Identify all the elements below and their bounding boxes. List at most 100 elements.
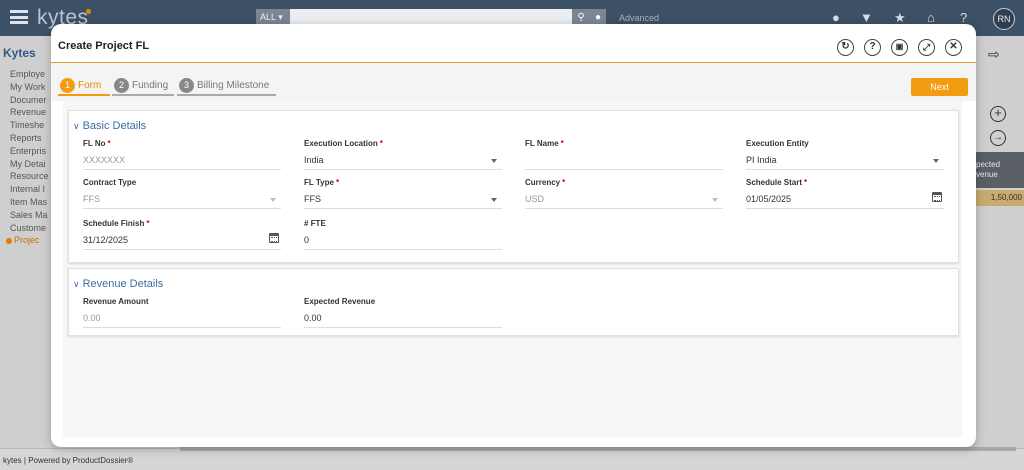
expected-revenue-input[interactable]: 0.00 bbox=[304, 313, 502, 328]
sidebar-item-active[interactable]: Projec bbox=[2, 234, 49, 247]
field-label: Contract Type bbox=[83, 178, 137, 187]
calendar-icon[interactable] bbox=[932, 192, 942, 202]
arrow-right-icon[interactable]: → bbox=[990, 130, 1006, 146]
step-number: 3 bbox=[179, 77, 194, 93]
schedule-start-input[interactable]: 01/05/2025 bbox=[746, 192, 944, 209]
field-label: Expected Revenue bbox=[304, 297, 376, 306]
step-label: Funding bbox=[132, 79, 169, 91]
step-form[interactable]: 1 Form bbox=[60, 75, 101, 95]
avatar[interactable]: RN bbox=[993, 8, 1015, 30]
schedule-finish-input[interactable]: 31/12/2025 bbox=[83, 233, 281, 250]
step-underline bbox=[58, 94, 110, 96]
execution-location-field: Execution Location * India bbox=[304, 139, 502, 170]
sidebar-item[interactable]: My Detai bbox=[2, 158, 49, 171]
required-marker: * bbox=[562, 178, 566, 187]
sidebar-item[interactable]: Revenue bbox=[2, 106, 49, 119]
contract-type-select[interactable]: FFS bbox=[83, 194, 281, 209]
section-title: Basic Details bbox=[82, 120, 147, 132]
plus-icon[interactable]: + bbox=[990, 106, 1006, 122]
footer-text: kytes | Powered by ProductDossier® bbox=[3, 456, 134, 465]
field-label: Schedule Start * bbox=[746, 178, 808, 187]
revenue-amount-input[interactable]: 0.00 bbox=[83, 313, 281, 328]
next-button[interactable]: Next bbox=[911, 78, 968, 96]
fte-input[interactable]: 0 bbox=[304, 235, 502, 250]
step-number: 1 bbox=[60, 77, 75, 93]
sidebar-item[interactable]: Employe bbox=[2, 68, 49, 81]
required-marker: * bbox=[335, 178, 340, 187]
expand-icon[interactable]: ⤢ bbox=[918, 39, 935, 56]
sidebar-item[interactable]: Internal I bbox=[2, 183, 49, 196]
sidebar-item[interactable]: Reports bbox=[2, 132, 49, 145]
sidebar-item[interactable]: Enterpris bbox=[2, 145, 49, 158]
sidebar-item[interactable]: Item Mas bbox=[2, 196, 49, 209]
refresh-icon[interactable]: ↻ bbox=[837, 39, 854, 56]
currency-select[interactable]: USD bbox=[525, 194, 723, 209]
step-label: Billing Milestone bbox=[197, 79, 270, 91]
revenue-amount-field: Revenue Amount 0.00 bbox=[83, 297, 281, 328]
chevron-down-icon bbox=[491, 159, 497, 163]
required-marker: * bbox=[107, 139, 111, 148]
execution-location-select[interactable]: India bbox=[304, 155, 502, 170]
sidebar-item[interactable]: Custome bbox=[2, 222, 49, 235]
help-icon[interactable]: ? bbox=[864, 39, 881, 56]
save-icon[interactable]: ▣ bbox=[891, 39, 908, 56]
execution-entity-select[interactable]: PI India bbox=[746, 155, 944, 170]
fl-type-select[interactable]: FFS bbox=[304, 194, 502, 209]
basic-details-header[interactable]: ∨ Basic Details bbox=[73, 120, 146, 132]
execution-entity-field: Execution Entity PI India bbox=[746, 139, 944, 170]
field-label: Currency * bbox=[525, 178, 566, 187]
chevron-down-icon bbox=[712, 198, 718, 202]
right-panel bbox=[976, 36, 1024, 448]
fl-name-input[interactable] bbox=[525, 155, 723, 170]
schedule-finish-field: Schedule Finish * 31/12/2025 bbox=[83, 219, 281, 250]
sidebar-title: Kytes bbox=[3, 46, 36, 60]
advanced-search-link[interactable]: Advanced bbox=[619, 13, 659, 23]
table-column-header: pected venue bbox=[976, 152, 1024, 188]
chevron-down-icon bbox=[491, 198, 497, 202]
table-cell: 1,50,000 bbox=[976, 190, 1024, 206]
modal-actions: ↻ ? ▣ ⤢ ✕ bbox=[837, 39, 962, 56]
step-number: 2 bbox=[114, 77, 129, 93]
expected-revenue-field: Expected Revenue 0.00 bbox=[304, 297, 502, 328]
hamburger-icon[interactable] bbox=[10, 10, 28, 24]
horizontal-scrollbar[interactable] bbox=[180, 447, 1016, 451]
sidebar-item[interactable]: Timeshe bbox=[2, 119, 49, 132]
sidebar-item[interactable]: Documer bbox=[2, 94, 49, 107]
logo-dot bbox=[86, 9, 91, 14]
step-label: Form bbox=[78, 79, 102, 91]
sidebar-item[interactable]: My Work bbox=[2, 81, 49, 94]
sidebar-nav: Employe My Work Documer Revenue Timeshe … bbox=[2, 68, 49, 247]
basic-details-section: ∨ Basic Details FL No * XXXXXXX Execution … bbox=[68, 110, 959, 263]
section-title: Revenue Details bbox=[82, 278, 164, 290]
step-funding[interactable]: 2 Funding bbox=[114, 75, 168, 95]
field-label: FL Type * bbox=[304, 178, 340, 187]
currency-field: Currency * USD bbox=[525, 178, 723, 209]
calendar-icon[interactable] bbox=[269, 233, 279, 243]
sidebar-item[interactable]: Sales Ma bbox=[2, 209, 49, 222]
schedule-start-field: Schedule Start * 01/05/2025 bbox=[746, 178, 944, 209]
fl-type-field: FL Type * FFS bbox=[304, 178, 502, 209]
field-label: Revenue Amount bbox=[83, 297, 149, 306]
field-label: Execution Entity bbox=[746, 139, 809, 148]
field-label: FL Name * bbox=[525, 139, 564, 148]
required-marker: * bbox=[379, 139, 383, 148]
required-marker: * bbox=[804, 178, 808, 187]
chevron-down-icon bbox=[933, 159, 939, 163]
revenue-details-header[interactable]: ∨ Revenue Details bbox=[73, 278, 163, 290]
required-marker: * bbox=[146, 219, 150, 228]
fte-field: # FTE 0 bbox=[304, 219, 502, 250]
field-label: # FTE bbox=[304, 219, 326, 228]
chevron-down-icon bbox=[270, 198, 276, 202]
fl-no-input[interactable]: XXXXXXX bbox=[83, 155, 281, 170]
field-label: FL No * bbox=[83, 139, 111, 148]
fl-name-field: FL Name * bbox=[525, 139, 723, 170]
close-icon[interactable]: ✕ bbox=[945, 39, 962, 56]
step-billing-milestone[interactable]: 3 Billing Milestone bbox=[179, 75, 269, 95]
fl-no-field: FL No * XXXXXXX bbox=[83, 139, 281, 170]
export-icon[interactable]: ⇨ bbox=[988, 46, 1000, 63]
sidebar-item[interactable]: Resource bbox=[2, 170, 49, 183]
field-label: Execution Location * bbox=[304, 139, 383, 148]
revenue-details-section: ∨ Revenue Details Revenue Amount 0.00 Exp… bbox=[68, 268, 959, 336]
step-underline bbox=[112, 94, 174, 96]
required-marker: * bbox=[560, 139, 564, 148]
